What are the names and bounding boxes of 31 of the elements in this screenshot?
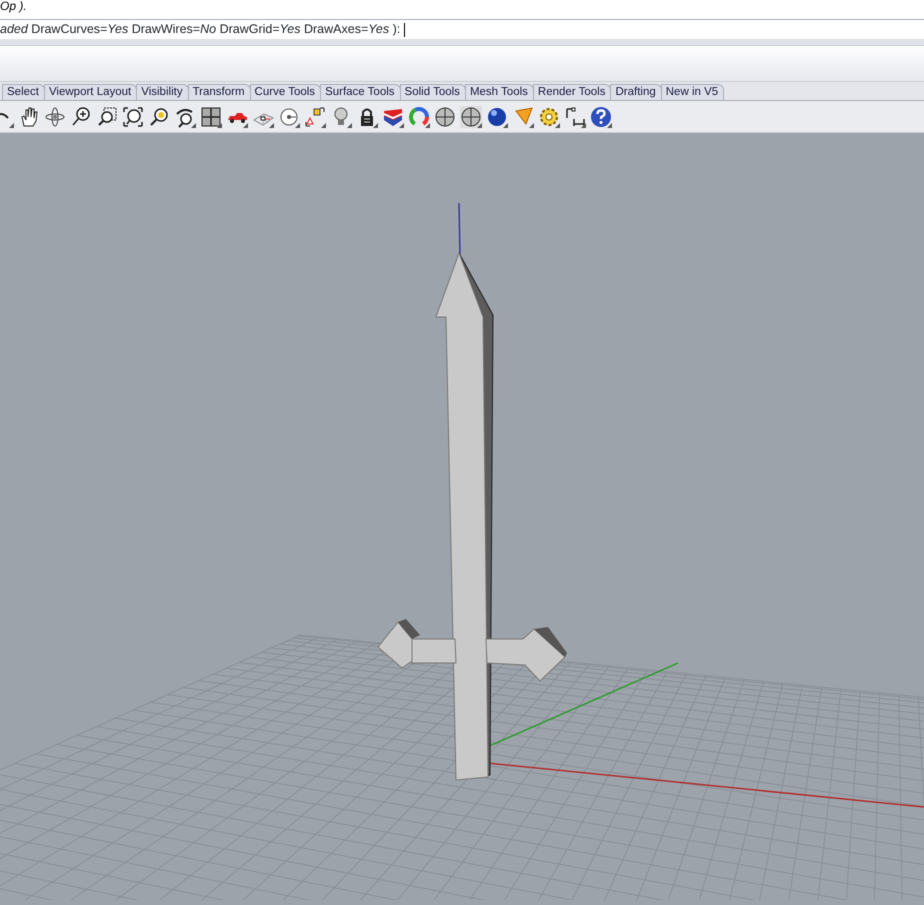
zoom-window-icon[interactable] (96, 106, 118, 128)
toolbar-tab[interactable]: Visibility (136, 84, 189, 100)
toolbar-tab[interactable]: Drafting (610, 84, 662, 100)
toolbar-tab[interactable]: Curve Tools (250, 84, 322, 100)
cone-icon[interactable] (512, 106, 534, 128)
sphere-icon[interactable] (434, 106, 456, 128)
rotate-axes-icon[interactable] (44, 106, 66, 128)
command-prompt-text: aded DrawCurves=Yes DrawWires=No DrawGrid=Yes DrawAxes=Yes ): (0, 21, 400, 38)
four-viewports-icon[interactable] (200, 106, 222, 128)
z-axis-line (458, 202, 461, 256)
shaded-sphere-icon[interactable] (486, 106, 508, 128)
command-history-text: Op ). (0, 0, 27, 13)
help-icon[interactable] (590, 106, 612, 128)
toolbar-tab[interactable]: Render Tools (532, 84, 612, 100)
toolbar-tab[interactable]: Surface Tools (320, 84, 401, 100)
dimension-icon[interactable] (564, 106, 586, 128)
toolbar-tab[interactable]: Viewport Layout (44, 84, 138, 100)
toolbar-tab[interactable]: Select (2, 84, 45, 100)
color-wheel-icon[interactable] (408, 106, 430, 128)
circle-point-icon[interactable] (278, 106, 300, 128)
toolbar-tab[interactable]: Transform (188, 84, 251, 100)
toolbar-tab[interactable]: New in V5 (660, 84, 724, 100)
text-cursor (404, 22, 406, 36)
shapes-icon[interactable] (304, 106, 326, 128)
toolbar-tab[interactable]: Mesh Tools (464, 84, 534, 100)
gear-icon[interactable] (538, 106, 560, 128)
zoom-selected-icon[interactable] (148, 106, 170, 128)
zoom-in-icon[interactable] (70, 106, 92, 128)
toolbar-tab[interactable]: Solid Tools (400, 84, 466, 100)
grid-sphere-icon[interactable] (460, 106, 482, 128)
zoom-extents-icon[interactable] (122, 106, 144, 128)
